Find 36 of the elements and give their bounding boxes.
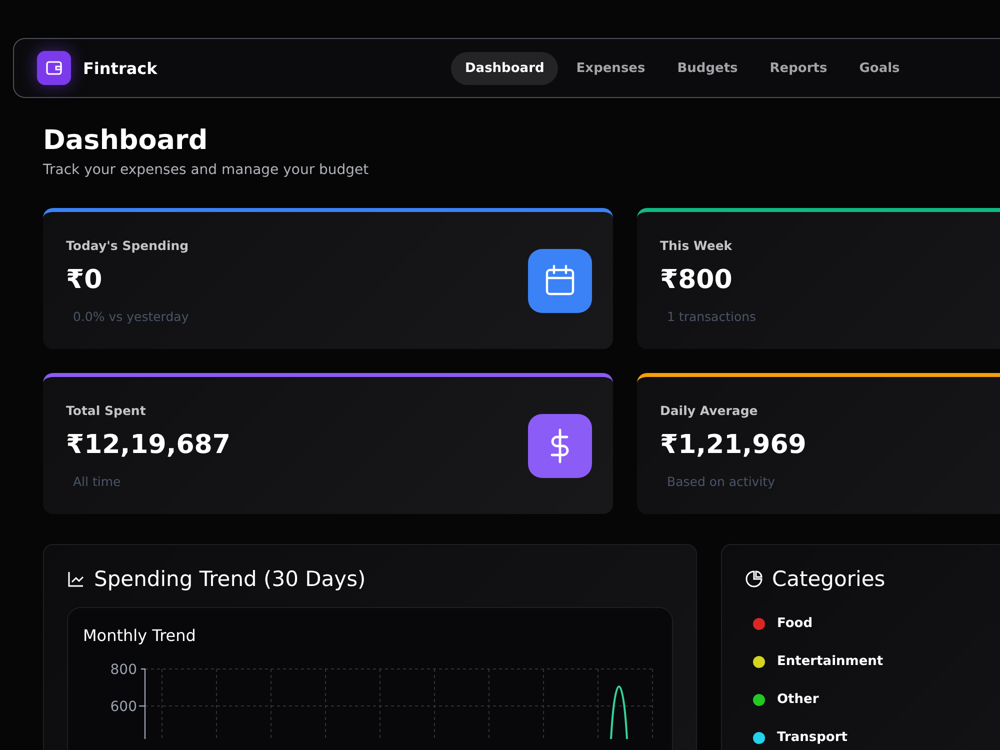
app-name: Fintrack	[83, 58, 158, 78]
category-name: Entertainment	[777, 654, 884, 669]
stat-note: All time	[73, 474, 121, 488]
nav-tab[interactable]: Dashboard	[451, 52, 558, 84]
stat-value: ₹1,21,969	[660, 430, 806, 460]
panel-title: Categories	[772, 567, 886, 591]
panel-title: Spending Trend (30 Days)	[94, 567, 366, 591]
nav-tab[interactable]: Expenses	[562, 52, 660, 84]
dollar-icon	[528, 414, 592, 478]
calendar-icon	[528, 249, 592, 313]
axis-tick-label: 600	[110, 699, 137, 715]
stat-note: Based on activity	[667, 474, 775, 488]
stat-value: ₹12,19,687	[66, 430, 230, 460]
trend-line	[610, 686, 628, 740]
page-subtitle: Track your expenses and manage your budget	[43, 162, 370, 178]
stat-label: Daily Average	[660, 402, 758, 418]
category-name: Other	[777, 692, 819, 707]
stat-label: This Week	[660, 238, 732, 252]
line-chart-icon	[67, 570, 85, 588]
stat-label: Total Spent	[66, 402, 146, 418]
category-name: Food	[777, 616, 813, 631]
stat-label: Today's Spending	[66, 238, 189, 252]
chart-title: Monthly Trend	[83, 626, 197, 645]
nav-tab[interactable]: Goals	[845, 52, 914, 84]
stat-note: 0.0% vs yesterday	[73, 308, 189, 324]
stat-value: ₹800	[660, 264, 732, 294]
axis-tick-label: 800	[110, 662, 137, 678]
category-name: Transport	[777, 730, 848, 745]
page-title: Dashboard	[43, 124, 209, 158]
stat-value: ₹0	[66, 264, 102, 294]
y-axis	[139, 668, 146, 739]
pie-chart-icon	[745, 570, 763, 588]
stat-note: 1 transactions	[667, 308, 756, 324]
wallet-icon	[37, 51, 71, 85]
nav-tab[interactable]: Budgets	[663, 52, 752, 84]
nav-tab[interactable]: Reports	[756, 52, 842, 84]
